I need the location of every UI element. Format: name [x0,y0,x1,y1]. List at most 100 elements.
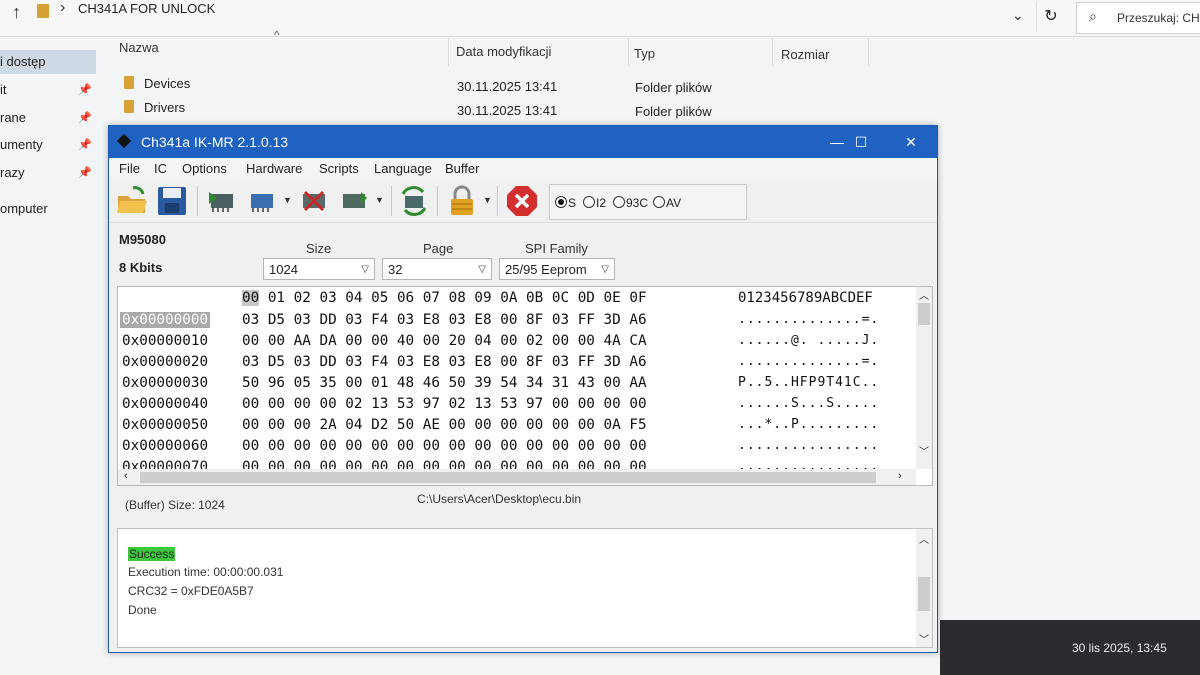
nav-item[interactable]: it 📌 [0,78,96,102]
nav-item-this-pc[interactable]: omputer [0,197,96,221]
pin-icon: 📌 [78,167,92,179]
hex-row[interactable]: 0x00000060 00 00 00 00 00 00 00 00 00 00 … [118,437,916,457]
column-header-size[interactable]: Rozmiar [781,47,829,62]
chip-name: M95080 [119,232,166,247]
chevron-up-icon[interactable]: ︿ [919,287,929,302]
file-type: Folder plików [635,80,712,95]
column-header-date[interactable]: Data modyfikacji [456,44,551,59]
hex-ascii[interactable]: ..............=. [738,354,879,369]
page-select[interactable]: 32 ▽ [382,258,492,280]
chevron-up-icon[interactable]: ︿ [919,531,929,546]
hex-bytes[interactable]: 00 00 AA DA 00 00 40 00 20 04 00 02 00 0… [242,333,647,349]
chevron-down-icon[interactable]: ▼ [375,195,384,205]
hex-ascii[interactable]: ...*..P......... [738,417,879,432]
current-path[interactable]: CH341A FOR UNLOCK [78,1,215,16]
column-header-name[interactable]: Nazwa [119,40,159,55]
menu-options[interactable]: Options [182,161,227,176]
size-select[interactable]: 1024 ▽ [263,258,375,280]
pin-icon: 📌 [78,139,92,151]
search-input[interactable]: ⌕ Przeszukaj: CH3 [1076,2,1200,34]
hex-ascii[interactable]: ................ [738,438,879,453]
radio-spi[interactable]: S [555,196,576,210]
hex-column-header: 00 01 02 03 04 05 06 07 08 09 0A 0B 0C 0… [242,290,647,306]
hex-row[interactable]: 0x00000000 03 D5 03 DD 03 F4 03 E8 03 E8 … [118,311,916,331]
chevron-down-icon[interactable]: ▼ [283,195,292,205]
hex-bytes[interactable]: 00 00 00 00 00 00 00 00 00 00 00 00 00 0… [242,459,647,469]
hex-row[interactable]: 0x00000050 00 00 00 2A 04 D2 50 AE 00 00 … [118,416,916,436]
chevron-down-icon[interactable]: ﹀ [919,631,929,646]
radio-avr[interactable]: AV [653,196,681,210]
nav-item-quick-access[interactable]: i dostęp [0,50,96,74]
read-chip-icon[interactable] [205,184,239,218]
hex-row[interactable]: 0x00000040 00 00 00 00 02 13 53 97 02 13 … [118,395,916,415]
refresh-button[interactable]: ↻ [1036,2,1065,32]
lock-icon[interactable] [445,184,479,218]
chevron-right-icon[interactable]: › [898,470,902,482]
menu-hardware[interactable]: Hardware [246,161,302,176]
erase-chip-icon[interactable] [297,184,331,218]
save-icon[interactable] [155,184,189,218]
chevron-down-icon[interactable]: ﹀ [919,443,929,458]
scrollbar-thumb[interactable] [140,472,876,483]
pin-icon: 📌 [78,112,92,124]
verify-chip-icon[interactable] [337,184,371,218]
hex-editor[interactable]: 00 01 02 03 04 05 06 07 08 09 0A 0B 0C 0… [117,286,933,486]
auto-icon[interactable] [397,184,431,218]
nav-item-pictures[interactable]: razy 📌 [0,161,96,185]
open-folder-icon[interactable] [115,184,149,218]
write-chip-icon[interactable] [245,184,279,218]
menu-buffer[interactable]: Buffer [445,161,479,176]
log-scrollbar[interactable]: ︿ ﹀ [916,529,932,647]
hex-bytes[interactable]: 50 96 05 35 00 01 48 46 50 39 54 34 31 4… [242,375,647,391]
title-bar[interactable]: Ch341a IK-MR 2.1.0.13 — ☐ ✕ [109,126,937,158]
hex-row[interactable]: 0x00000020 03 D5 03 DD 03 F4 03 E8 03 E8 … [118,353,916,373]
hex-bytes[interactable]: 03 D5 03 DD 03 F4 03 E8 03 E8 00 8F 03 F… [242,312,647,328]
column-headers: ^ Nazwa Data modyfikacji Typ Rozmiar [100,28,1200,70]
nav-item[interactable]: rane 📌 [0,106,96,130]
hex-column-selected[interactable]: 00 [242,290,260,306]
maximize-button[interactable]: ☐ [841,130,881,154]
system-clock[interactable]: 30 lis 2025, 13:45 [1072,641,1167,655]
radio-label: S [568,196,577,210]
hex-bytes[interactable]: 00 00 00 00 02 13 53 97 02 13 53 97 00 0… [242,396,647,412]
size-label: Size [306,241,332,256]
hex-row[interactable]: 0x00000030 50 96 05 35 00 01 48 46 50 39 … [118,374,916,394]
hex-vertical-scrollbar[interactable]: ︿ ﹀ [916,287,932,469]
chevron-down-icon[interactable]: ▼ [483,195,492,205]
stop-icon[interactable] [505,184,539,218]
radio-i2c[interactable]: I2 [583,196,606,210]
log-panel[interactable]: Success Execution time: 00:00:00.031 CRC… [117,528,933,648]
nav-item-documents[interactable]: umenty 📌 [0,133,96,157]
file-row[interactable]: Devices 30.11.2025 13:41 Folder plików [100,73,900,95]
radio-93c[interactable]: 93C [613,196,648,210]
hex-ascii[interactable]: P..5..HFP9T41C.. [738,375,879,390]
sort-ascending-icon: ^ [274,28,280,42]
menu-file[interactable]: File [119,161,140,176]
menu-language[interactable]: Language [374,161,432,176]
hex-row[interactable]: 0x00000010 00 00 AA DA 00 00 40 00 20 04 … [118,332,916,352]
scrollbar-thumb[interactable] [918,303,930,325]
radio-label: 93C [626,196,649,210]
file-row[interactable]: Drivers 30.11.2025 13:41 Folder plików [100,97,900,119]
menu-ic[interactable]: IC [154,161,167,176]
hex-ascii[interactable]: ................ [738,459,879,469]
hex-row[interactable]: 0x00000070 00 00 00 00 00 00 00 00 00 00 … [118,458,916,469]
file-path: C:\Users\Acer\Desktop\ecu.bin [417,492,582,506]
up-arrow-icon[interactable]: ↑ [12,2,21,23]
hex-horizontal-scrollbar[interactable]: ‹ › [118,469,916,485]
hex-address: 0x00000060 [122,438,209,454]
hex-ascii[interactable]: ......S...S..... [738,396,879,411]
menu-scripts[interactable]: Scripts [319,161,359,176]
chevron-down-icon[interactable]: ⌄ [1012,7,1024,24]
close-button[interactable]: ✕ [891,130,931,154]
hex-ascii[interactable]: ..............=. [738,312,879,327]
column-header-type[interactable]: Typ [634,46,655,61]
scrollbar-thumb[interactable] [918,577,930,611]
file-name: Drivers [144,100,186,115]
hex-bytes[interactable]: 00 00 00 2A 04 D2 50 AE 00 00 00 00 00 0… [242,417,647,433]
spi-family-select[interactable]: 25/95 Eeprom ▽ [499,258,615,280]
hex-bytes[interactable]: 00 00 00 00 00 00 00 00 00 00 00 00 00 0… [242,438,647,454]
hex-ascii[interactable]: ......@. .....J. [738,333,879,348]
chevron-left-icon[interactable]: ‹ [124,470,128,482]
hex-bytes[interactable]: 03 D5 03 DD 03 F4 03 E8 03 E8 00 8F 03 F… [242,354,647,370]
